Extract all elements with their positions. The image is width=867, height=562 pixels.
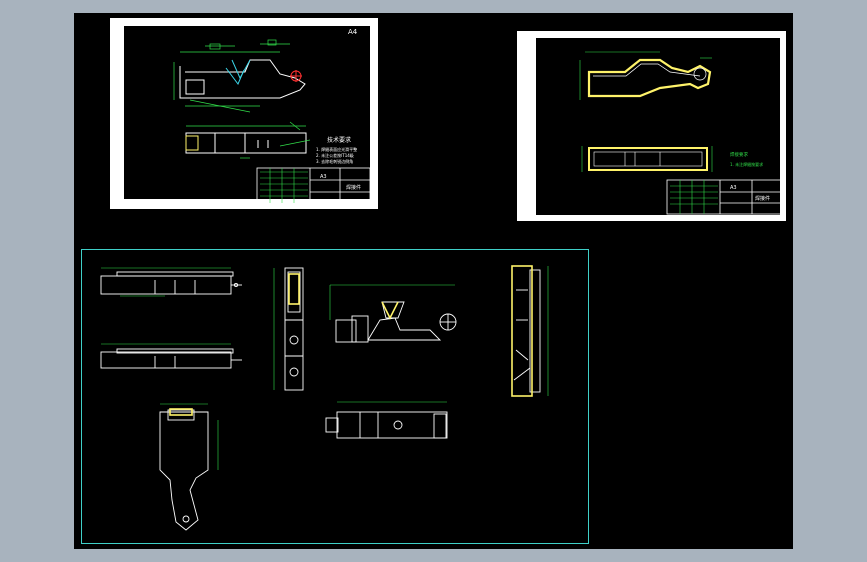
part-view-hook — [159, 409, 209, 531]
part-view-assembly — [335, 301, 457, 343]
part-view-bar-3 — [325, 411, 448, 439]
part-view-bar-2 — [100, 348, 242, 369]
part-view-vertical — [284, 267, 304, 391]
part-view-bar-1 — [100, 271, 242, 295]
part-view-tall — [511, 265, 541, 397]
layout-frame-content — [100, 265, 549, 531]
